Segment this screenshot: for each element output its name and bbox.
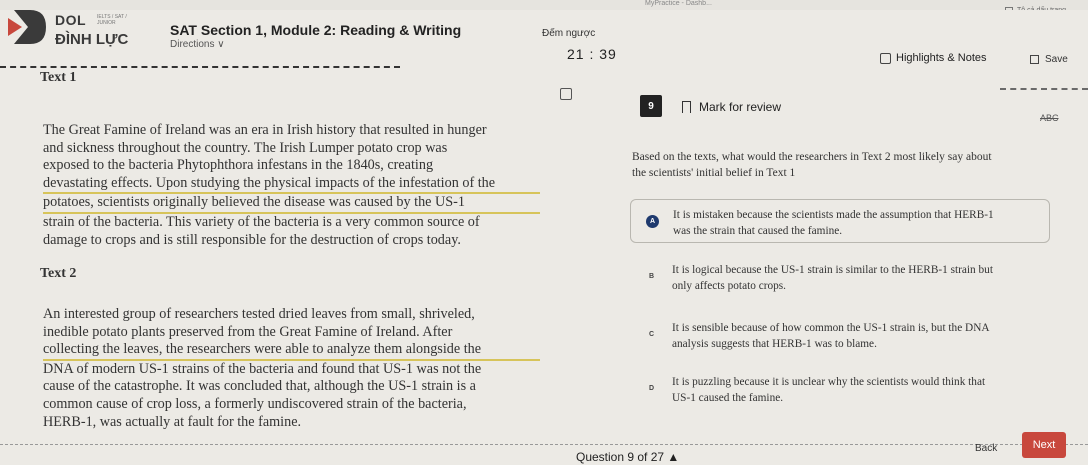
timer-value[interactable]: 21 : 39 bbox=[567, 46, 617, 62]
question-navigator-button[interactable]: Question 9 of 27 ▲ bbox=[568, 450, 688, 464]
choice-text-line: only affects potato crops. bbox=[672, 280, 786, 292]
question-nav-label: Question 9 of 27 bbox=[576, 450, 665, 464]
choice-letter-d: D bbox=[648, 384, 655, 392]
choice-letter-c: C bbox=[648, 330, 655, 338]
save-label: Save bbox=[1045, 54, 1068, 65]
choice-text-line: US-1 caused the famine. bbox=[672, 392, 784, 404]
page-title: SAT Section 1, Module 2: Reading & Writi… bbox=[170, 22, 462, 38]
expand-pane-icon[interactable] bbox=[560, 88, 572, 100]
text2-passage: An interested group of researchers teste… bbox=[43, 306, 540, 431]
highlights-notes-button[interactable]: Highlights & Notes bbox=[880, 52, 987, 64]
text2-heading: Text 2 bbox=[40, 266, 77, 281]
header: DOL IELTS / SAT / JUNIOR ĐÌNH LỰC SAT Se… bbox=[0, 10, 1088, 66]
question-stem-line: the scientists' initial belief in Text 1 bbox=[632, 167, 796, 179]
passage-line: DNA of modern US-1 strains of the bacter… bbox=[43, 360, 482, 377]
passage-line: The Great Famine of Ireland was an era i… bbox=[43, 122, 487, 138]
passage-line: and sickness throughout the country. The… bbox=[43, 139, 448, 156]
choice-text: It is puzzling because it is unclear why… bbox=[672, 374, 1044, 406]
choice-letter-b: B bbox=[648, 272, 655, 280]
answer-choice-b[interactable]: B It is logical because the US-1 strain … bbox=[630, 255, 1050, 299]
footer-divider bbox=[0, 444, 1088, 445]
passage-line-highlighted: collecting the leaves, the researchers w… bbox=[43, 341, 540, 361]
highlights-notes-label: Highlights & Notes bbox=[896, 52, 987, 64]
save-icon bbox=[1030, 55, 1039, 64]
next-button[interactable]: Next bbox=[1022, 432, 1066, 458]
choice-text-line: It is puzzling because it is unclear why… bbox=[672, 376, 986, 388]
choice-text-line: It is logical because the US-1 strain is… bbox=[672, 264, 993, 276]
passage-line: inedible potato plants preserved from th… bbox=[43, 323, 453, 340]
passage-line: common cause of crop loss, a formerly un… bbox=[43, 395, 467, 412]
footer: Question 9 of 27 ▲ Back Next bbox=[0, 432, 1088, 465]
caret-up-icon: ▲ bbox=[667, 450, 680, 464]
passage-line: cause of the catastrophe. It was conclud… bbox=[43, 378, 476, 395]
browser-strip bbox=[0, 0, 1088, 10]
strikethrough-abc-icon[interactable]: ABC bbox=[1040, 113, 1059, 123]
choice-text-line: It is mistaken because the scientists ma… bbox=[673, 209, 994, 221]
choice-letter-a: A bbox=[646, 215, 659, 228]
directions-dropdown[interactable]: Directions ∨ bbox=[170, 39, 225, 50]
header-divider-right bbox=[1000, 88, 1088, 90]
answer-choice-a[interactable]: A It is mistaken because the scientists … bbox=[630, 199, 1050, 243]
logo-text-dinh-luc: ĐÌNH LỰC bbox=[55, 31, 129, 48]
choice-text: It is sensible because of how common the… bbox=[672, 320, 1044, 352]
save-button[interactable]: Save bbox=[1030, 54, 1068, 65]
passage-line: HERB-1, was actually at fault for the fa… bbox=[43, 413, 302, 430]
back-button[interactable]: Back bbox=[975, 443, 997, 454]
header-divider bbox=[0, 66, 400, 68]
mark-for-review-button[interactable]: Mark for review bbox=[682, 100, 781, 114]
passage-line: strain of the bacteria. This variety of … bbox=[43, 213, 480, 230]
logo-tagline: IELTS / SAT / JUNIOR bbox=[97, 14, 127, 26]
passage-line-highlighted: potatoes, scientists originally believed… bbox=[43, 194, 540, 214]
question-number-badge: 9 bbox=[640, 95, 662, 117]
timer-label: Đếm ngược bbox=[542, 28, 596, 39]
passage-line: damage to crops and is still responsible… bbox=[43, 231, 461, 248]
mark-for-review-label: Mark for review bbox=[699, 100, 782, 114]
passage-line: exposed to the bacteria Phytophthora inf… bbox=[43, 157, 434, 174]
text1-passage: The Great Famine of Ireland was an era i… bbox=[43, 122, 540, 249]
question-stem-line: Based on the texts, what would the resea… bbox=[632, 151, 992, 163]
choice-text-line: analysis suggests that HERB-1 was to bla… bbox=[672, 338, 877, 350]
bookmark-icon bbox=[682, 101, 691, 113]
directions-label: Directions bbox=[170, 39, 215, 50]
choice-text-line: It is sensible because of how common the… bbox=[672, 322, 990, 334]
logo-icon bbox=[8, 10, 46, 44]
answer-choice-c[interactable]: C It is sensible because of how common t… bbox=[630, 313, 1050, 357]
passage-line-highlighted: devastating effects. Upon studying the p… bbox=[43, 175, 540, 195]
browser-tab-title[interactable]: MyPractice - Dashb... bbox=[645, 0, 712, 7]
passage-line: An interested group of researchers teste… bbox=[43, 306, 475, 322]
choice-text-line: was the strain that caused the famine. bbox=[673, 225, 843, 237]
chevron-down-icon: ∨ bbox=[217, 39, 225, 50]
question-stem: Based on the texts, what would the resea… bbox=[632, 149, 1062, 181]
answer-choice-d[interactable]: D It is puzzling because it is unclear w… bbox=[630, 367, 1050, 411]
choice-text: It is logical because the US-1 strain is… bbox=[672, 262, 1044, 294]
text1-heading: Text 1 bbox=[40, 70, 77, 85]
pencil-note-icon bbox=[880, 52, 891, 64]
choice-text: It is mistaken because the scientists ma… bbox=[673, 207, 1045, 239]
logo-text-dol: DOL bbox=[55, 12, 87, 28]
